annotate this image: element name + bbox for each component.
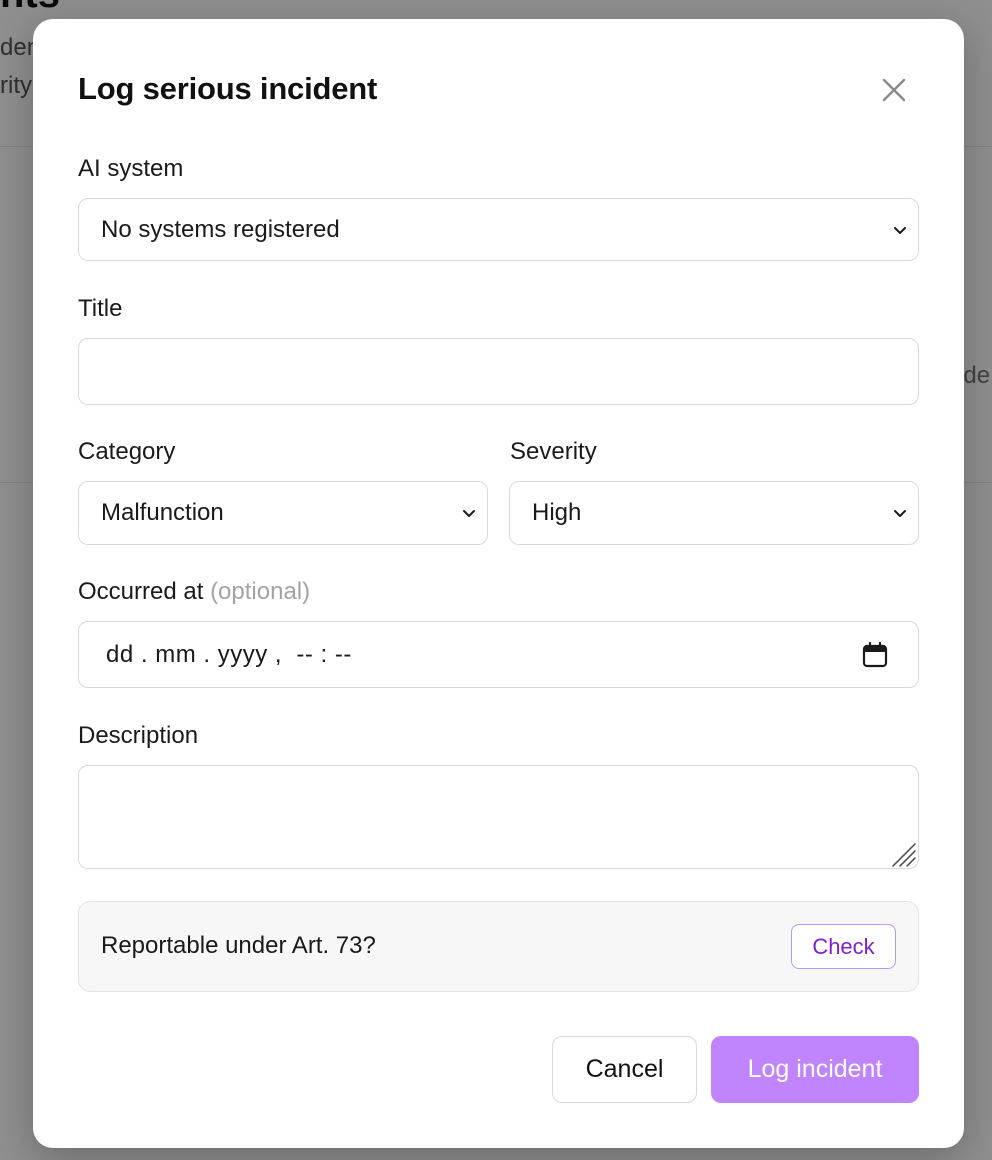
optional-hint: (optional) — [210, 578, 311, 605]
log-incident-button[interactable]: Log incident — [711, 1036, 919, 1103]
chevron-down-icon — [894, 510, 906, 517]
category-select[interactable]: Malfunction — [78, 481, 488, 545]
reportable-check-panel: Reportable under Art. 73? Check — [78, 901, 919, 992]
category-select-value: Malfunction — [101, 499, 224, 526]
resize-handle-icon[interactable] — [890, 841, 916, 867]
description-label: Description — [78, 722, 199, 749]
occurred-at-label-text: Occurred at — [78, 578, 204, 605]
close-button[interactable] — [873, 69, 915, 111]
ai-system-select[interactable]: No systems registered — [78, 198, 919, 261]
severity-select[interactable]: High — [509, 481, 919, 545]
log-incident-modal: Log serious incident AI system No system… — [33, 19, 964, 1148]
occurred-at-input[interactable]: dd . mm . yyyy , -- : -- — [78, 621, 919, 688]
severity-label: Severity — [510, 438, 597, 465]
close-icon — [882, 78, 906, 102]
chevron-down-icon — [463, 510, 475, 517]
category-label: Category — [78, 438, 176, 465]
ai-system-select-value: No systems registered — [101, 215, 340, 243]
severity-select-value: High — [532, 499, 582, 526]
description-textarea[interactable] — [78, 765, 919, 869]
cancel-button[interactable]: Cancel — [552, 1036, 697, 1103]
ai-system-label: AI system — [78, 155, 184, 182]
occurred-at-label: Occurred at (optional) — [78, 578, 310, 606]
title-input[interactable] — [78, 338, 919, 405]
modal-title: Log serious incident — [78, 71, 378, 106]
chevron-down-icon — [894, 226, 906, 234]
calendar-icon[interactable] — [861, 641, 889, 669]
check-button[interactable]: Check — [791, 924, 896, 969]
title-label: Title — [78, 295, 123, 322]
datetime-placeholder: dd . mm . yyyy , -- : -- — [106, 640, 352, 668]
reportable-question: Reportable under Art. 73? — [101, 932, 376, 959]
